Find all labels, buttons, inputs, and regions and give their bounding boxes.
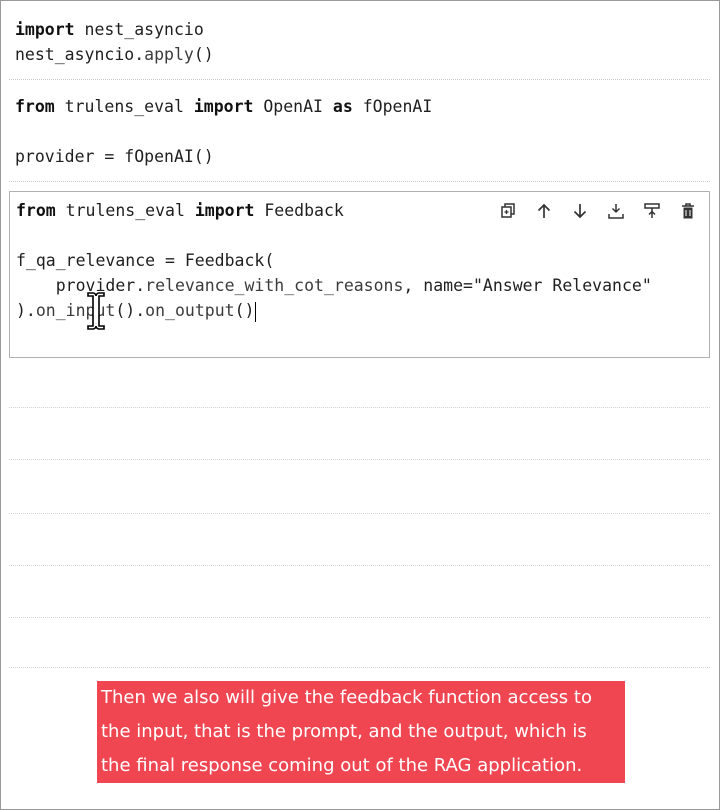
code-keyword: import <box>193 97 254 116</box>
code-keyword: import <box>15 20 75 39</box>
code-token: trulens_eval <box>54 97 194 116</box>
code-token: nest_asyncio. <box>15 45 145 64</box>
code-token: provider = fOpenAI() <box>15 147 214 166</box>
code-line[interactable] <box>9 119 710 144</box>
code-line[interactable] <box>10 223 652 248</box>
empty-cell[interactable] <box>9 514 710 566</box>
code-keyword: from <box>16 201 56 220</box>
code-token: () <box>193 45 214 64</box>
empty-cell[interactable] <box>9 408 710 460</box>
notebook-frame: import nest_asyncio nest_asyncio.apply() … <box>0 0 720 810</box>
empty-cell[interactable] <box>9 358 710 408</box>
code-token: provider. <box>16 276 146 295</box>
code-token: OpenAI <box>253 97 333 116</box>
text-cursor-icon <box>87 292 105 330</box>
code-function: on_output <box>145 301 235 320</box>
video-caption: Then we also will give the feedback func… <box>97 681 625 783</box>
code-token: trulens_eval <box>55 201 195 220</box>
empty-cell[interactable] <box>9 618 710 668</box>
code-line[interactable]: from trulens_eval import Feedback <box>10 198 652 223</box>
code-cell-provider[interactable]: from trulens_eval import OpenAI as fOpen… <box>9 94 710 169</box>
code-line[interactable]: nest_asyncio.apply() <box>9 42 710 67</box>
empty-cell[interactable] <box>9 460 710 514</box>
code-token: Feedback <box>254 201 344 220</box>
code-function: relevance_with_cot_reasons <box>145 276 404 295</box>
delete-cell-icon[interactable] <box>677 200 699 222</box>
empty-cell[interactable] <box>9 566 710 618</box>
code-line[interactable]: f_qa_relevance = Feedback( <box>10 248 652 273</box>
cell-separator <box>9 79 710 80</box>
code-token: fOpenAI <box>352 97 433 116</box>
code-keyword: as <box>332 97 353 116</box>
code-token: f_qa_relevance = Feedback( <box>16 251 275 270</box>
text-caret <box>255 301 257 322</box>
code-line[interactable]: from trulens_eval import OpenAI as fOpen… <box>9 94 710 119</box>
code-token: nest_asyncio <box>74 20 204 39</box>
code-function: apply <box>144 45 194 64</box>
code-line[interactable]: provider = fOpenAI() <box>9 144 710 169</box>
code-cell-nest-asyncio[interactable]: import nest_asyncio nest_asyncio.apply() <box>9 17 710 67</box>
cell-separator <box>9 181 710 182</box>
code-token: , name="Answer Relevance" <box>403 276 652 295</box>
code-token: (). <box>115 301 146 320</box>
code-token: () <box>234 301 255 320</box>
code-keyword: from <box>15 97 55 116</box>
caption-line-2: the input, that is the prompt, and the o… <box>101 721 587 742</box>
code-keyword: import <box>194 201 255 220</box>
code-token: ). <box>16 301 36 320</box>
caption-line-3: the final response coming out of the RAG… <box>101 755 583 776</box>
code-line[interactable]: import nest_asyncio <box>9 17 710 42</box>
caption-line-1: Then we also will give the feedback func… <box>101 687 592 708</box>
active-code-cell-feedback[interactable]: from trulens_eval import Feedback f_qa_re… <box>9 191 710 358</box>
